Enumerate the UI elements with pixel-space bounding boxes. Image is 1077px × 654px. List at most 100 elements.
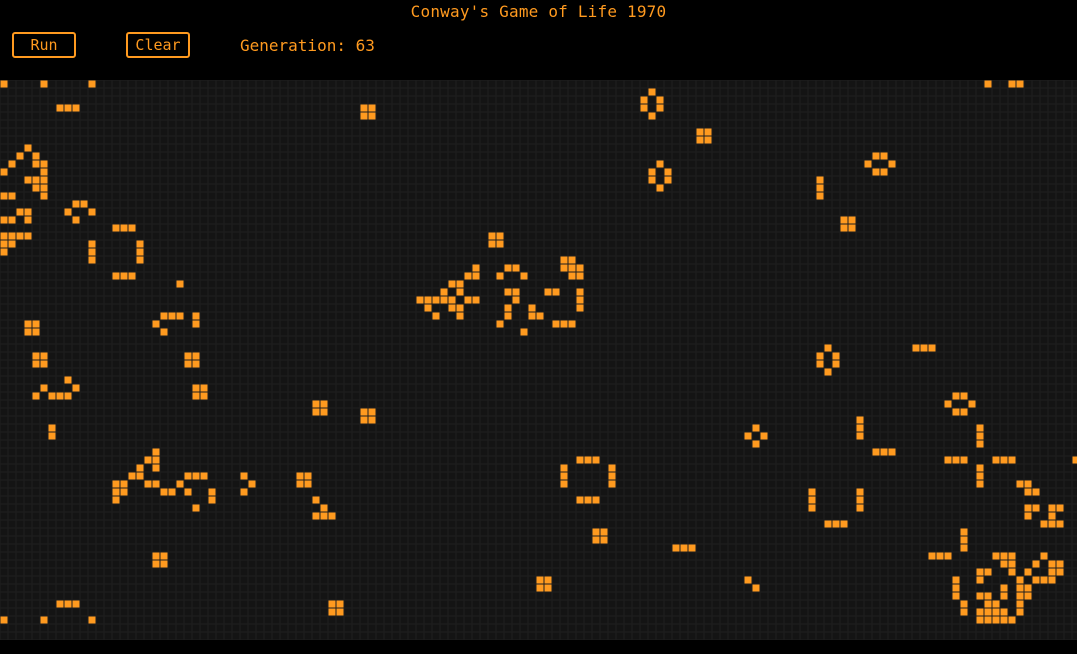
live-cell[interactable] <box>136 240 144 248</box>
live-cell[interactable] <box>144 456 152 464</box>
live-cell[interactable] <box>560 480 568 488</box>
live-cell[interactable] <box>128 224 136 232</box>
live-cell[interactable] <box>816 184 824 192</box>
live-cell[interactable] <box>64 600 72 608</box>
live-cell[interactable] <box>8 240 16 248</box>
live-cell[interactable] <box>1048 520 1056 528</box>
live-cell[interactable] <box>136 464 144 472</box>
live-cell[interactable] <box>1040 520 1048 528</box>
live-cell[interactable] <box>136 248 144 256</box>
live-cell[interactable] <box>136 256 144 264</box>
live-cell[interactable] <box>168 312 176 320</box>
live-cell[interactable] <box>1072 456 1077 464</box>
live-cell[interactable] <box>1000 552 1008 560</box>
live-cell[interactable] <box>56 392 64 400</box>
live-cell[interactable] <box>856 424 864 432</box>
live-cell[interactable] <box>320 400 328 408</box>
live-cell[interactable] <box>976 576 984 584</box>
live-cell[interactable] <box>560 320 568 328</box>
live-cell[interactable] <box>0 192 8 200</box>
live-cell[interactable] <box>832 520 840 528</box>
live-cell[interactable] <box>888 448 896 456</box>
live-cell[interactable] <box>88 240 96 248</box>
live-cell[interactable] <box>240 488 248 496</box>
live-cell[interactable] <box>40 80 48 88</box>
live-cell[interactable] <box>0 616 8 624</box>
live-cell[interactable] <box>976 592 984 600</box>
live-cell[interactable] <box>8 232 16 240</box>
live-cell[interactable] <box>976 616 984 624</box>
live-cell[interactable] <box>984 592 992 600</box>
live-cell[interactable] <box>336 608 344 616</box>
live-cell[interactable] <box>952 392 960 400</box>
live-cell[interactable] <box>992 552 1000 560</box>
live-cell[interactable] <box>192 504 200 512</box>
live-cell[interactable] <box>112 224 120 232</box>
live-cell[interactable] <box>520 272 528 280</box>
live-cell[interactable] <box>208 488 216 496</box>
live-cell[interactable] <box>128 472 136 480</box>
live-cell[interactable] <box>608 464 616 472</box>
live-cell[interactable] <box>320 408 328 416</box>
live-cell[interactable] <box>32 360 40 368</box>
live-cell[interactable] <box>1000 584 1008 592</box>
live-cell[interactable] <box>312 512 320 520</box>
live-cell[interactable] <box>320 504 328 512</box>
live-cell[interactable] <box>856 488 864 496</box>
live-cell[interactable] <box>464 296 472 304</box>
live-cell[interactable] <box>336 600 344 608</box>
live-cell[interactable] <box>1032 560 1040 568</box>
live-cell[interactable] <box>1024 488 1032 496</box>
live-cell[interactable] <box>160 552 168 560</box>
live-cell[interactable] <box>176 280 184 288</box>
live-cell[interactable] <box>752 584 760 592</box>
live-cell[interactable] <box>960 536 968 544</box>
live-cell[interactable] <box>64 376 72 384</box>
live-cell[interactable] <box>816 352 824 360</box>
live-cell[interactable] <box>992 600 1000 608</box>
live-cell[interactable] <box>656 104 664 112</box>
live-cell[interactable] <box>560 464 568 472</box>
live-cell[interactable] <box>536 584 544 592</box>
live-cell[interactable] <box>16 208 24 216</box>
live-cell[interactable] <box>32 152 40 160</box>
live-cell[interactable] <box>1056 520 1064 528</box>
live-cell[interactable] <box>976 464 984 472</box>
live-cell[interactable] <box>944 456 952 464</box>
live-cell[interactable] <box>456 288 464 296</box>
live-cell[interactable] <box>160 488 168 496</box>
live-cell[interactable] <box>568 272 576 280</box>
live-cell[interactable] <box>16 232 24 240</box>
live-cell[interactable] <box>328 512 336 520</box>
live-cell[interactable] <box>808 496 816 504</box>
live-cell[interactable] <box>312 408 320 416</box>
live-cell[interactable] <box>112 272 120 280</box>
live-cell[interactable] <box>8 160 16 168</box>
live-cell[interactable] <box>208 496 216 504</box>
live-cell[interactable] <box>184 488 192 496</box>
live-cell[interactable] <box>992 608 1000 616</box>
live-cell[interactable] <box>192 392 200 400</box>
live-cell[interactable] <box>112 480 120 488</box>
live-cell[interactable] <box>1000 616 1008 624</box>
live-cell[interactable] <box>488 240 496 248</box>
live-cell[interactable] <box>32 160 40 168</box>
live-cell[interactable] <box>944 552 952 560</box>
live-cell[interactable] <box>0 240 8 248</box>
live-cell[interactable] <box>200 472 208 480</box>
live-cell[interactable] <box>152 552 160 560</box>
live-cell[interactable] <box>880 152 888 160</box>
live-cell[interactable] <box>120 488 128 496</box>
live-cell[interactable] <box>824 368 832 376</box>
live-cell[interactable] <box>872 168 880 176</box>
live-cell[interactable] <box>992 616 1000 624</box>
live-cell[interactable] <box>656 184 664 192</box>
live-cell[interactable] <box>328 608 336 616</box>
live-cell[interactable] <box>536 312 544 320</box>
live-cell[interactable] <box>1048 568 1056 576</box>
live-cell[interactable] <box>984 608 992 616</box>
live-cell[interactable] <box>1048 560 1056 568</box>
live-cell[interactable] <box>72 384 80 392</box>
live-cell[interactable] <box>360 104 368 112</box>
live-cell[interactable] <box>1056 568 1064 576</box>
